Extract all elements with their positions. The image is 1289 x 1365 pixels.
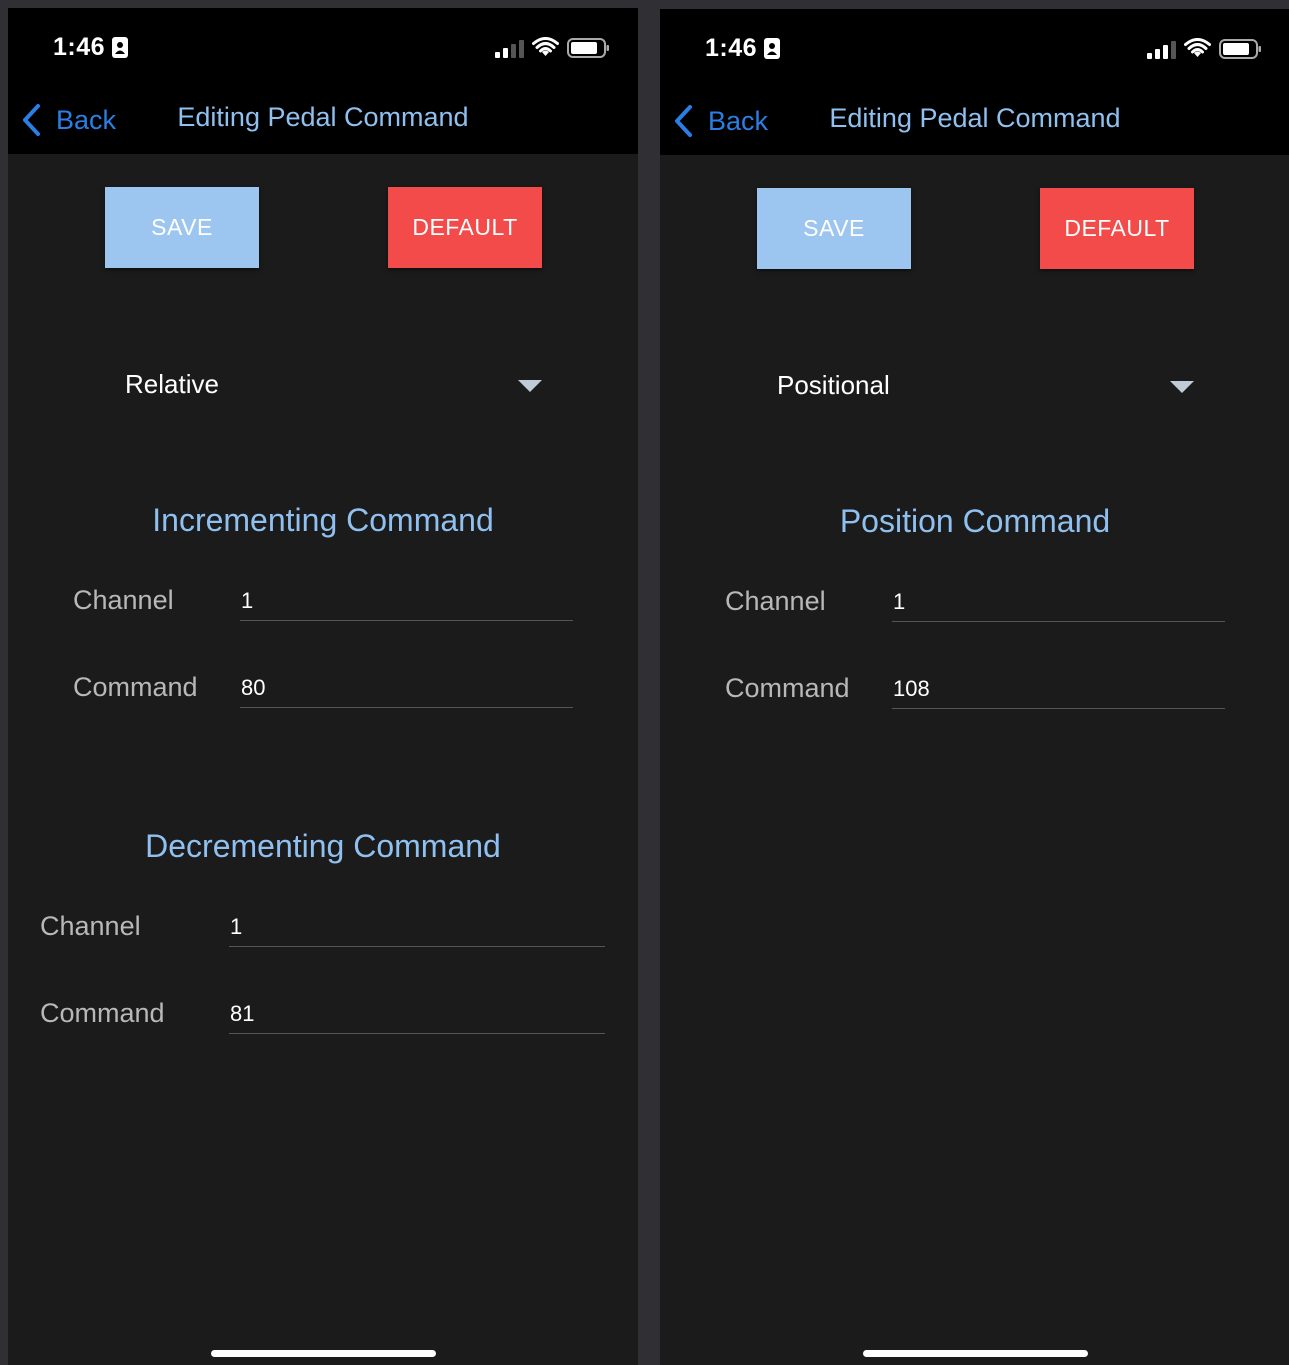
battery-icon [567, 38, 609, 58]
default-button[interactable]: DEFAULT [388, 187, 542, 268]
position-command-title: Position Command [839, 503, 1111, 539]
caret-down-icon [1170, 381, 1194, 393]
phone-screen-positional: 1:46 Back Editing Pedal Command SAVE DEF… [660, 9, 1289, 1365]
incrementing-command-label: Command [73, 672, 198, 702]
person-badge-icon [764, 38, 780, 59]
cellular-signal-icon [495, 40, 524, 58]
status-time: 1:46 [53, 33, 106, 61]
mode-dropdown[interactable]: Relative [118, 360, 548, 410]
home-indicator[interactable] [211, 1350, 436, 1357]
incrementing-channel-label: Channel [73, 585, 174, 615]
caret-down-icon [518, 380, 542, 392]
position-channel-label: Channel [725, 586, 826, 616]
decrementing-command-input[interactable]: 81 [229, 995, 605, 1034]
position-channel-input[interactable]: 1 [892, 583, 1225, 622]
cellular-signal-icon [1147, 41, 1176, 59]
incrementing-command-title: Incrementing Command [152, 502, 494, 538]
decrementing-channel-input[interactable]: 1 [229, 908, 605, 947]
page-title: Editing Pedal Command [829, 103, 1121, 133]
navigation-bar: Back Editing Pedal Command [660, 87, 1289, 155]
position-command-input[interactable]: 108 [892, 670, 1225, 709]
phone-screen-relative: 1:46 Back Editing Pedal Command SAVE DEF… [8, 8, 638, 1365]
decrementing-channel-label: Channel [40, 911, 141, 941]
decrementing-command-label: Command [40, 998, 165, 1028]
position-command-label: Command [725, 673, 850, 703]
status-bar: 1:46 [660, 9, 1289, 87]
navigation-bar: Back Editing Pedal Command [8, 86, 638, 154]
save-button[interactable]: SAVE [105, 187, 259, 268]
wifi-icon [1184, 38, 1211, 57]
status-time: 1:46 [705, 34, 758, 62]
mode-dropdown-value: Positional [777, 370, 890, 400]
mode-dropdown-value: Relative [125, 369, 219, 399]
status-bar: 1:46 [8, 8, 638, 86]
incrementing-channel-input[interactable]: 1 [240, 582, 573, 621]
wifi-icon [532, 37, 559, 56]
person-badge-icon [112, 37, 128, 58]
page-title: Editing Pedal Command [177, 102, 469, 132]
default-button[interactable]: DEFAULT [1040, 188, 1194, 269]
mode-dropdown[interactable]: Positional [770, 361, 1200, 411]
battery-icon [1219, 39, 1261, 59]
incrementing-command-input[interactable]: 80 [240, 669, 573, 708]
home-indicator[interactable] [863, 1350, 1088, 1357]
decrementing-command-title: Decrementing Command [145, 828, 501, 864]
save-button[interactable]: SAVE [757, 188, 911, 269]
